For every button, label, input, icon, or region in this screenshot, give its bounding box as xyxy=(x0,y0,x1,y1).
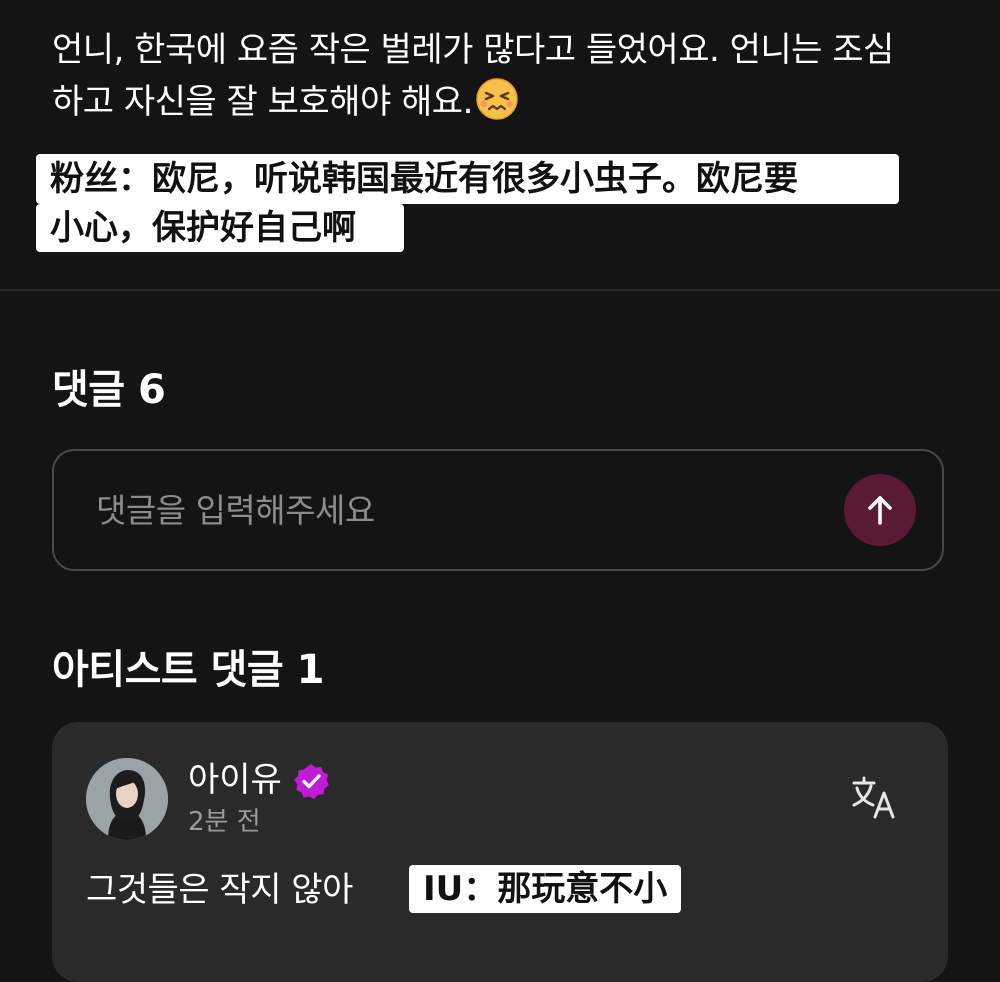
post-text-line-2-wrap: 하고 자신을 잘 보호해야 해요. xyxy=(52,76,952,128)
avatar[interactable] xyxy=(86,758,168,840)
artist-comment-card: 아이유 2분 전 그것들은 작지 않아 IU：那玩意不小 xyxy=(52,722,948,982)
translate-button[interactable] xyxy=(850,774,898,820)
post-text-line-2: 하고 자신을 잘 보호해야 해요. xyxy=(52,82,473,122)
comments-title: 댓글 6 xyxy=(52,367,166,413)
section-divider xyxy=(0,289,1000,291)
artist-comments-title: 아티스트 댓글 1 xyxy=(52,647,324,693)
comment-timestamp: 2분 전 xyxy=(188,807,261,837)
post-text: 언니, 한국에 요즘 작은 벌레가 많다고 들었어요. 언니는 조심 하고 자신… xyxy=(52,24,952,128)
author-name[interactable]: 아이유 xyxy=(188,758,282,802)
post-text-line-1: 언니, 한국에 요즘 작은 벌레가 많다고 들었어요. 언니는 조심 xyxy=(52,30,894,70)
persevering-face-emoji-icon xyxy=(475,77,519,121)
caption-line-2: 小心，保护好自己啊 xyxy=(36,204,404,252)
caption-line-1: 粉丝：欧尼，听说韩国最近有很多小虫子。欧尼要 xyxy=(36,154,899,204)
comment-input[interactable]: 댓글을 입력해주세요 xyxy=(52,449,944,571)
comment-text: 그것들은 작지 않아 xyxy=(86,870,353,910)
comment-caption: IU：那玩意不小 xyxy=(409,865,682,913)
translate-icon xyxy=(852,776,895,819)
send-button[interactable] xyxy=(844,474,916,546)
verified-badge-icon xyxy=(292,762,330,800)
comment-input-placeholder: 댓글을 입력해주세요 xyxy=(96,491,375,530)
arrow-up-icon xyxy=(868,496,892,525)
